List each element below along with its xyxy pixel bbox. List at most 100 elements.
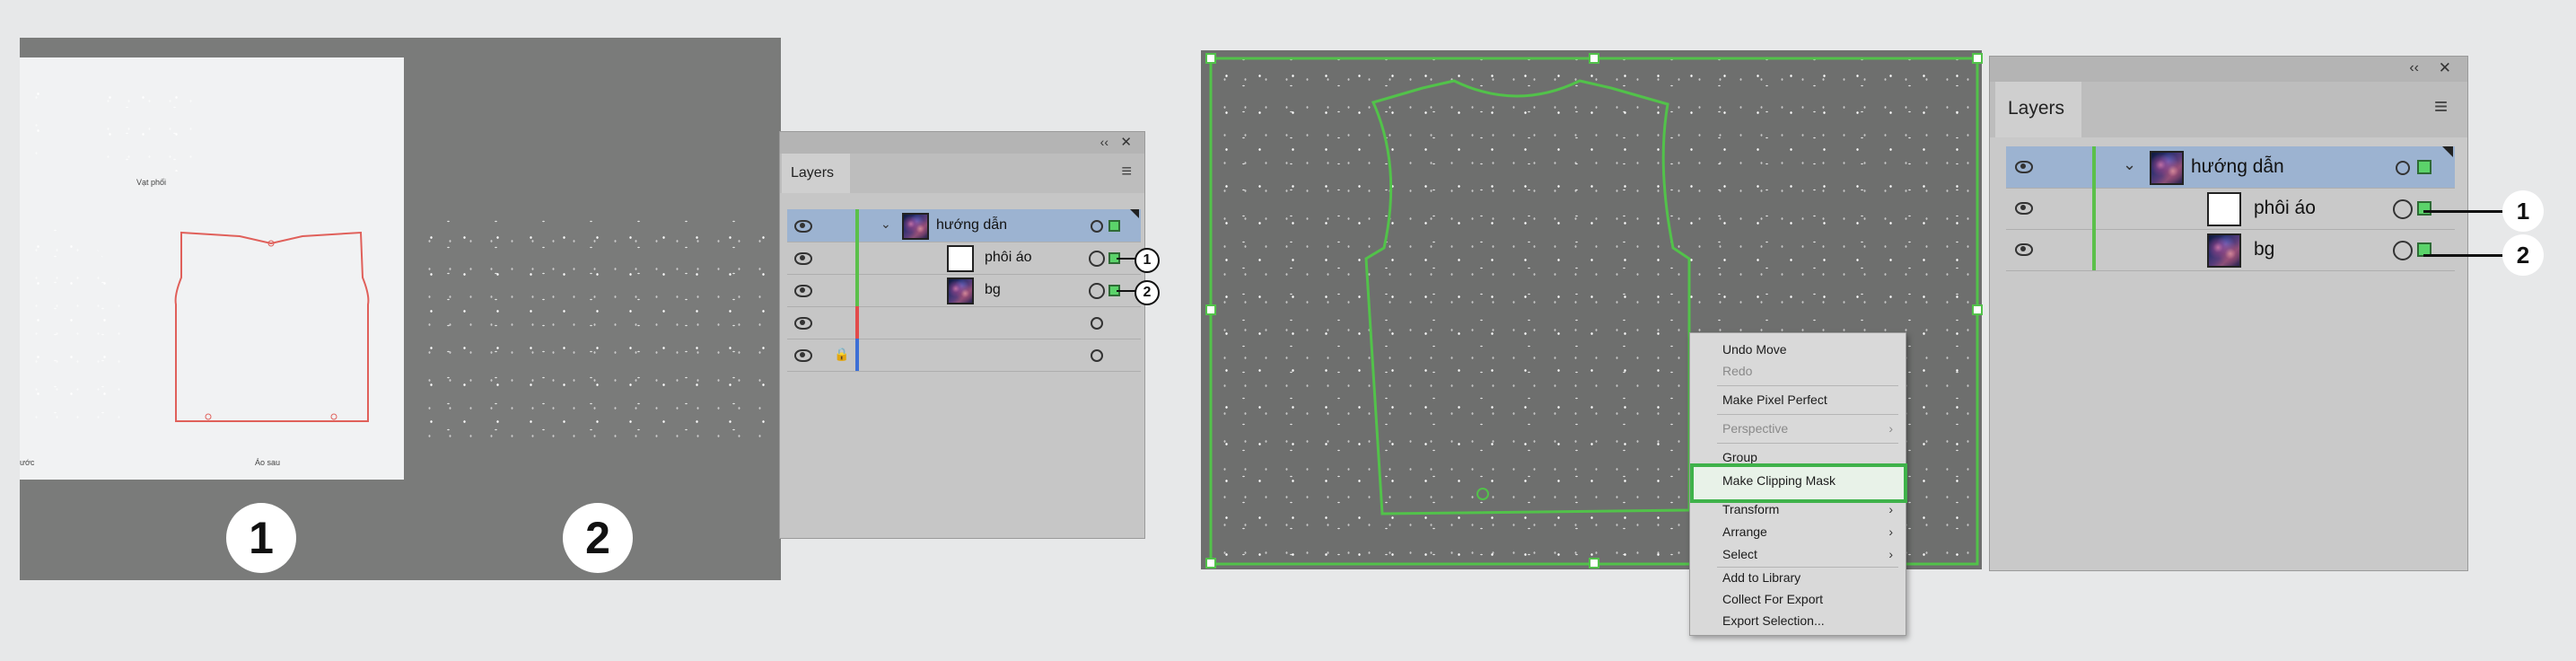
target-circle-icon[interactable] bbox=[1091, 349, 1103, 362]
layers-tab[interactable]: Layers bbox=[782, 154, 850, 193]
layers-tab[interactable]: Layers bbox=[1995, 82, 2081, 137]
menu-item-group[interactable]: Group bbox=[1722, 450, 1757, 464]
layer-row-phoi-ao[interactable]: phôi áo bbox=[2006, 188, 2455, 230]
selection-square-icon[interactable] bbox=[2417, 201, 2431, 216]
layer-row-bg[interactable]: bg bbox=[787, 274, 1141, 307]
menu-item-arrange[interactable]: Arrange bbox=[1722, 524, 1767, 539]
small-panel-tabbar: Layers ≡ bbox=[780, 154, 1144, 193]
menu-item-transform[interactable]: Transform bbox=[1722, 502, 1779, 516]
visibility-eye-icon[interactable] bbox=[794, 220, 812, 233]
visibility-eye-icon[interactable] bbox=[794, 285, 812, 297]
callout-line-1-small bbox=[1117, 258, 1136, 260]
panel-menu-icon[interactable]: ≡ bbox=[1121, 162, 1132, 182]
corner-flag-icon bbox=[2442, 146, 2453, 157]
corner-flag-icon bbox=[1130, 209, 1139, 218]
layer-thumbnail bbox=[947, 278, 974, 304]
layer-color-bar bbox=[855, 209, 859, 242]
step-number-1: 1 bbox=[226, 503, 296, 573]
menu-divider bbox=[1717, 414, 1898, 415]
layer-thumbnail bbox=[902, 213, 929, 240]
menu-item-undo-move[interactable]: Undo Move bbox=[1722, 342, 1787, 357]
menu-item-collect-for-export[interactable]: Collect For Export bbox=[1722, 592, 1823, 606]
panel-menu-icon[interactable]: ≡ bbox=[2434, 93, 2448, 120]
callout-line-2-small bbox=[1117, 290, 1136, 292]
layer-name-phoi-ao: phôi áo bbox=[2254, 198, 2316, 218]
chevron-right-icon: › bbox=[1888, 502, 1893, 516]
layer-row-phoi-ao[interactable]: phôi áo bbox=[787, 242, 1141, 275]
space-front-piece-fragment bbox=[22, 228, 122, 426]
small-panel-titlebar: ‹‹ ✕ bbox=[780, 132, 1144, 154]
layer-row-bg[interactable]: bg bbox=[2006, 229, 2455, 271]
layer-color-bar bbox=[2092, 188, 2096, 229]
close-icon[interactable]: ✕ bbox=[2439, 59, 2451, 77]
layer-color-bar bbox=[2092, 229, 2096, 270]
chevron-down-icon[interactable]: ⌄ bbox=[881, 216, 891, 232]
back-pattern-outline bbox=[174, 231, 370, 422]
layer-name-phoi-ao: phôi áo bbox=[985, 250, 1032, 265]
callout-badge-2-large: 2 bbox=[2502, 234, 2544, 276]
layer-thumbnail bbox=[947, 245, 974, 272]
close-icon[interactable]: ✕ bbox=[1120, 134, 1132, 150]
space-sleeve-left-fragment bbox=[22, 75, 39, 161]
menu-item-add-to-library[interactable]: Add to Library bbox=[1722, 570, 1801, 585]
target-circle-icon[interactable] bbox=[1091, 220, 1103, 233]
space-background-image bbox=[415, 219, 765, 450]
target-circle-icon[interactable] bbox=[1089, 283, 1105, 299]
large-layers-panel: ‹‹ ✕ Layers ≡ ⌄ hướng dẫn phôi áo bg bbox=[1989, 56, 2468, 571]
menu-divider bbox=[1717, 567, 1898, 568]
layer-row-empty-blue[interactable]: 🔒 bbox=[787, 339, 1141, 372]
menu-item-make-pixel-perfect[interactable]: Make Pixel Perfect bbox=[1722, 392, 1827, 407]
target-circle-icon[interactable] bbox=[1091, 317, 1103, 330]
front-label-fragment: ước bbox=[20, 458, 35, 467]
target-circle-icon[interactable] bbox=[2393, 199, 2413, 219]
target-circle-icon[interactable] bbox=[2396, 161, 2410, 175]
small-layers-list: ⌄ hướng dẫn phôi áo bg 🔒 bbox=[787, 209, 1141, 506]
visibility-eye-icon[interactable] bbox=[2015, 243, 2033, 256]
chevron-right-icon: › bbox=[1888, 547, 1893, 561]
menu-item-export-selection[interactable]: Export Selection... bbox=[1722, 613, 1825, 628]
menu-item-perspective[interactable]: Perspective bbox=[1722, 421, 1788, 436]
layer-thumbnail bbox=[2207, 234, 2241, 268]
layer-row-empty-red[interactable] bbox=[787, 306, 1141, 339]
menu-item-select[interactable]: Select bbox=[1722, 547, 1757, 561]
visibility-eye-icon[interactable] bbox=[794, 349, 812, 362]
large-panel-titlebar: ‹‹ ✕ bbox=[1990, 57, 2467, 82]
menu-divider bbox=[1717, 443, 1898, 444]
visibility-eye-icon[interactable] bbox=[794, 252, 812, 265]
collapse-icon[interactable]: ‹‹ bbox=[1100, 135, 1108, 149]
chevron-right-icon: › bbox=[1888, 421, 1893, 436]
sleeve-label: Vạt phối bbox=[136, 178, 167, 187]
visibility-eye-icon[interactable] bbox=[2015, 202, 2033, 215]
layer-color-bar bbox=[855, 242, 859, 274]
target-circle-icon[interactable] bbox=[1089, 251, 1105, 267]
chevron-down-icon[interactable]: ⌄ bbox=[2123, 155, 2136, 174]
callout-badge-1-small: 1 bbox=[1135, 248, 1160, 273]
selection-square-icon[interactable] bbox=[1108, 220, 1120, 232]
layer-color-bar bbox=[855, 339, 859, 371]
menu-item-redo[interactable]: Redo bbox=[1722, 364, 1752, 378]
layer-name-huong-dan: hướng dẫn bbox=[2191, 156, 2284, 177]
layer-thumbnail bbox=[2207, 192, 2241, 226]
layer-row-huong-dan[interactable]: ⌄ hướng dẫn bbox=[787, 209, 1141, 242]
large-panel-tabbar: Layers ≡ bbox=[1990, 82, 2467, 137]
layer-row-huong-dan[interactable]: ⌄ hướng dẫn bbox=[2006, 146, 2455, 189]
small-layers-panel: ‹‹ ✕ Layers ≡ ⌄ hướng dẫn phôi áo bg 🔒 bbox=[779, 131, 1145, 539]
layer-name-huong-dan: hướng dẫn bbox=[936, 217, 1008, 233]
lock-icon[interactable]: 🔒 bbox=[834, 347, 849, 362]
callout-badge-2-small: 2 bbox=[1135, 280, 1160, 305]
layer-color-bar bbox=[2092, 146, 2096, 188]
visibility-eye-icon[interactable] bbox=[794, 317, 812, 330]
callout-badge-1-large: 1 bbox=[2502, 190, 2544, 232]
layers-tab-label: Layers bbox=[791, 165, 835, 181]
pattern-artboard: Vạt phối ước Áo sau bbox=[20, 57, 404, 480]
chevron-right-icon: › bbox=[1888, 524, 1893, 539]
selection-square-icon[interactable] bbox=[2417, 160, 2431, 174]
target-circle-icon[interactable] bbox=[2393, 241, 2413, 260]
collapse-icon[interactable]: ‹‹ bbox=[2409, 60, 2419, 76]
layers-tab-label: Layers bbox=[2008, 98, 2065, 119]
layer-color-bar bbox=[855, 274, 859, 306]
menu-item-make-clipping-mask[interactable]: Make Clipping Mask bbox=[1722, 473, 1836, 488]
menu-divider bbox=[1717, 385, 1898, 386]
layer-name-bg: bg bbox=[2254, 239, 2275, 260]
visibility-eye-icon[interactable] bbox=[2015, 161, 2033, 173]
